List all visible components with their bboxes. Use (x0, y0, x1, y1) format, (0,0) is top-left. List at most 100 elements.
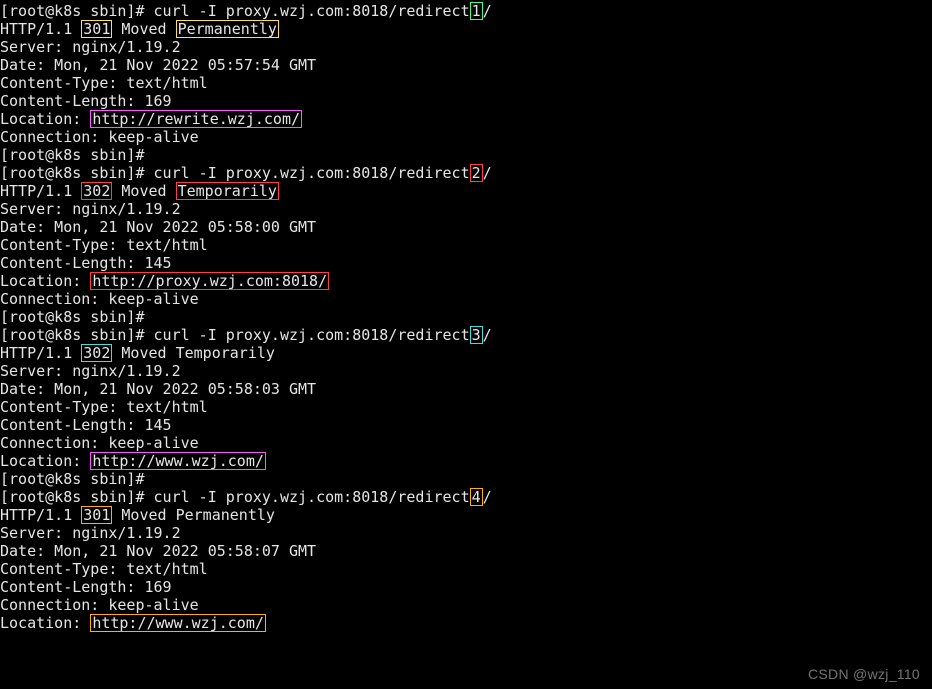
header-server: Server: nginx/1.19.2 (0, 524, 181, 542)
header-content-type: Content-Type: text/html (0, 74, 208, 92)
http-version: HTTP/1.1 (0, 506, 81, 524)
header-location-url: http://www.wzj.com/ (90, 614, 266, 632)
header-content-type: Content-Type: text/html (0, 560, 208, 578)
header-content-length: Content-Length: 169 (0, 92, 172, 110)
header-content-length: Content-Length: 145 (0, 416, 172, 434)
terminal-line: [root@k8s sbin]# (0, 308, 932, 326)
header-server: Server: nginx/1.19.2 (0, 38, 181, 56)
shell-prompt: [root@k8s sbin]# (0, 164, 154, 182)
terminal-line: [root@k8s sbin]# curl -I proxy.wzj.com:8… (0, 326, 932, 344)
terminal-line: Content-Type: text/html (0, 398, 932, 416)
header-location-url: http://www.wzj.com/ (90, 452, 266, 470)
command-suffix: / (483, 2, 492, 20)
shell-prompt: [root@k8s sbin]# (0, 2, 154, 20)
header-server: Server: nginx/1.19.2 (0, 200, 181, 218)
redirect-digit: 1 (470, 2, 483, 20)
terminal-line: [root@k8s sbin]# curl -I proxy.wzj.com:8… (0, 488, 932, 506)
terminal-line: Content-Length: 169 (0, 578, 932, 596)
header-content-type: Content-Type: text/html (0, 398, 208, 416)
header-location-label: Location: (0, 452, 90, 470)
http-moved: Moved (112, 20, 175, 38)
curl-command: curl -I proxy.wzj.com:8018/redirect (154, 488, 470, 506)
http-moved: Moved (112, 506, 175, 524)
http-version: HTTP/1.1 (0, 20, 81, 38)
terminal-line: HTTP/1.1 301 Moved Permanently (0, 20, 932, 38)
shell-prompt: [root@k8s sbin]# (0, 308, 145, 326)
terminal-line: [root@k8s sbin]# curl -I proxy.wzj.com:8… (0, 164, 932, 182)
terminal-line: Location: http://proxy.wzj.com:8018/ (0, 272, 932, 290)
redirect-digit: 2 (470, 164, 483, 182)
redirect-digit: 4 (470, 488, 483, 506)
header-content-type: Content-Type: text/html (0, 236, 208, 254)
http-version: HTTP/1.1 (0, 344, 81, 362)
http-status-code: 301 (81, 506, 112, 524)
http-status-code: 301 (81, 20, 112, 38)
terminal-line: Location: http://www.wzj.com/ (0, 452, 932, 470)
header-content-length: Content-Length: 145 (0, 254, 172, 272)
header-location-label: Location: (0, 110, 90, 128)
terminal-line: [root@k8s sbin]# (0, 146, 932, 164)
csdn-watermark: CSDN @wzj_110 (808, 665, 920, 683)
terminal-line: Content-Length: 169 (0, 92, 932, 110)
shell-prompt: [root@k8s sbin]# (0, 326, 154, 344)
header-date: Date: Mon, 21 Nov 2022 05:58:00 GMT (0, 218, 316, 236)
http-reason: Temporarily (176, 344, 275, 362)
header-location-label: Location: (0, 272, 90, 290)
shell-prompt: [root@k8s sbin]# (0, 146, 145, 164)
header-location-url: http://rewrite.wzj.com/ (90, 110, 302, 128)
curl-command: curl -I proxy.wzj.com:8018/redirect (154, 2, 470, 20)
terminal-line: Date: Mon, 21 Nov 2022 05:58:03 GMT (0, 380, 932, 398)
terminal-line: Connection: keep-alive (0, 434, 932, 452)
redirect-digit: 3 (470, 326, 483, 344)
header-date: Date: Mon, 21 Nov 2022 05:58:03 GMT (0, 380, 316, 398)
terminal-line: Date: Mon, 21 Nov 2022 05:58:00 GMT (0, 218, 932, 236)
header-content-length: Content-Length: 169 (0, 578, 172, 596)
http-moved: Moved (112, 182, 175, 200)
terminal-line: Content-Type: text/html (0, 560, 932, 578)
http-reason: Permanently (176, 506, 275, 524)
terminal-line: Location: http://rewrite.wzj.com/ (0, 110, 932, 128)
terminal-line: Date: Mon, 21 Nov 2022 05:57:54 GMT (0, 56, 932, 74)
terminal-line: Connection: keep-alive (0, 128, 932, 146)
header-connection: Connection: keep-alive (0, 128, 199, 146)
terminal-line: Server: nginx/1.19.2 (0, 200, 932, 218)
http-reason: Permanently (176, 20, 279, 38)
shell-prompt: [root@k8s sbin]# (0, 488, 154, 506)
terminal-line: HTTP/1.1 302 Moved Temporarily (0, 344, 932, 362)
http-version: HTTP/1.1 (0, 182, 81, 200)
command-suffix: / (483, 164, 492, 182)
header-connection: Connection: keep-alive (0, 596, 199, 614)
http-reason: Temporarily (176, 182, 279, 200)
http-moved: Moved (112, 344, 175, 362)
terminal-line: Connection: keep-alive (0, 596, 932, 614)
terminal-line: Server: nginx/1.19.2 (0, 524, 932, 542)
terminal-line: Content-Type: text/html (0, 236, 932, 254)
terminal-line: Content-Type: text/html (0, 74, 932, 92)
terminal-line: Server: nginx/1.19.2 (0, 38, 932, 56)
header-connection: Connection: keep-alive (0, 290, 199, 308)
header-location-label: Location: (0, 614, 90, 632)
terminal-line: HTTP/1.1 302 Moved Temporarily (0, 182, 932, 200)
terminal-line: Content-Length: 145 (0, 254, 932, 272)
http-status-code: 302 (81, 182, 112, 200)
header-server: Server: nginx/1.19.2 (0, 362, 181, 380)
header-location-url: http://proxy.wzj.com:8018/ (90, 272, 329, 290)
curl-command: curl -I proxy.wzj.com:8018/redirect (154, 164, 470, 182)
terminal-line: Server: nginx/1.19.2 (0, 362, 932, 380)
terminal-line: HTTP/1.1 301 Moved Permanently (0, 506, 932, 524)
command-suffix: / (483, 488, 492, 506)
http-status-code: 302 (81, 344, 112, 362)
terminal-line: Date: Mon, 21 Nov 2022 05:58:07 GMT (0, 542, 932, 560)
header-connection: Connection: keep-alive (0, 434, 199, 452)
terminal-line: Connection: keep-alive (0, 290, 932, 308)
command-suffix: / (483, 326, 492, 344)
header-date: Date: Mon, 21 Nov 2022 05:58:07 GMT (0, 542, 316, 560)
curl-command: curl -I proxy.wzj.com:8018/redirect (154, 326, 470, 344)
terminal-line: [root@k8s sbin]# curl -I proxy.wzj.com:8… (0, 2, 932, 20)
terminal-line: [root@k8s sbin]# (0, 470, 932, 488)
shell-prompt: [root@k8s sbin]# (0, 470, 145, 488)
terminal-line: Location: http://www.wzj.com/ (0, 614, 932, 632)
terminal-line: Content-Length: 145 (0, 416, 932, 434)
terminal-output[interactable]: [root@k8s sbin]# curl -I proxy.wzj.com:8… (0, 0, 932, 632)
header-date: Date: Mon, 21 Nov 2022 05:57:54 GMT (0, 56, 316, 74)
